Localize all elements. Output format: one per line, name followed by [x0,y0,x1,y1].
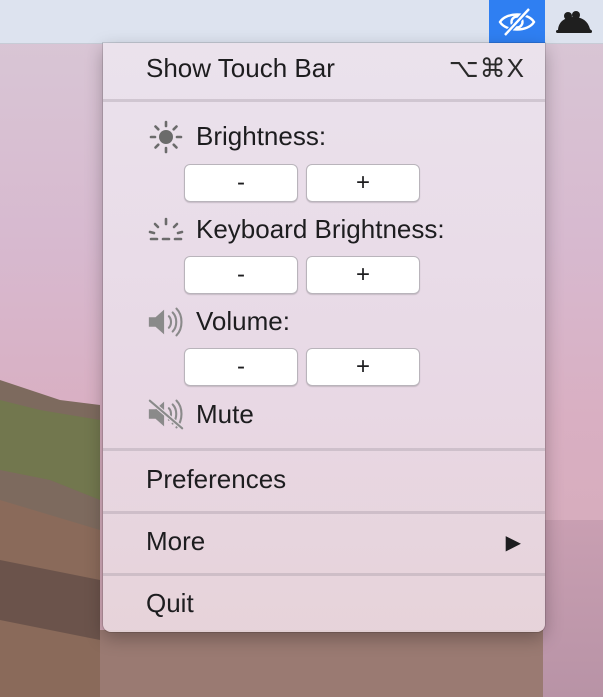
brightness-decrease-button[interactable]: - [184,164,298,202]
eye-slash-status-item[interactable] [489,0,545,43]
sun-icon [146,120,186,154]
show-touch-bar-label: Show Touch Bar [146,53,335,83]
keyboard-brightness-icon [146,213,186,247]
mute-label: Mute [196,399,254,429]
volume-decrease-button[interactable]: - [184,348,298,386]
brightness-label: Brightness: [196,121,327,151]
volume-increase-button[interactable]: + [306,348,420,386]
preferences-label: Preferences [146,464,287,494]
separator [103,511,545,514]
volume-label: Volume: [196,306,290,336]
show-touch-bar-shortcut: ⌥⌘X [448,53,525,83]
preferences-menu-item[interactable]: Preferences [103,464,545,504]
keyboard-brightness-increase-button[interactable]: + [306,256,420,294]
brightness-increase-button[interactable]: + [306,164,420,202]
separator [103,448,545,451]
separator [103,573,545,576]
keyboard-brightness-label: Keyboard Brightness: [196,214,445,244]
separator [103,99,545,102]
mouse-status-item[interactable] [548,0,600,43]
submenu-arrow-icon: ▶ [505,532,521,554]
mute-menu-item[interactable]: Mute [103,393,545,435]
eye-slash-icon [498,6,536,37]
quit-menu-item[interactable]: Quit [103,588,545,628]
show-touch-bar-menu-item[interactable]: Show Touch Bar ⌥⌘X [103,53,545,93]
speaker-icon [146,305,186,339]
menu-bar [0,0,603,44]
keyboard-brightness-decrease-button[interactable]: - [184,256,298,294]
quit-label: Quit [146,588,194,618]
status-menu: Show Touch Bar ⌥⌘X Brightness: - + Keybo… [103,43,545,632]
speaker-muted-icon [146,397,186,431]
mouse-icon [556,10,592,33]
wallpaper-sea [543,520,603,697]
more-menu-item[interactable]: More ▶ [103,526,545,566]
more-label: More [146,526,206,556]
